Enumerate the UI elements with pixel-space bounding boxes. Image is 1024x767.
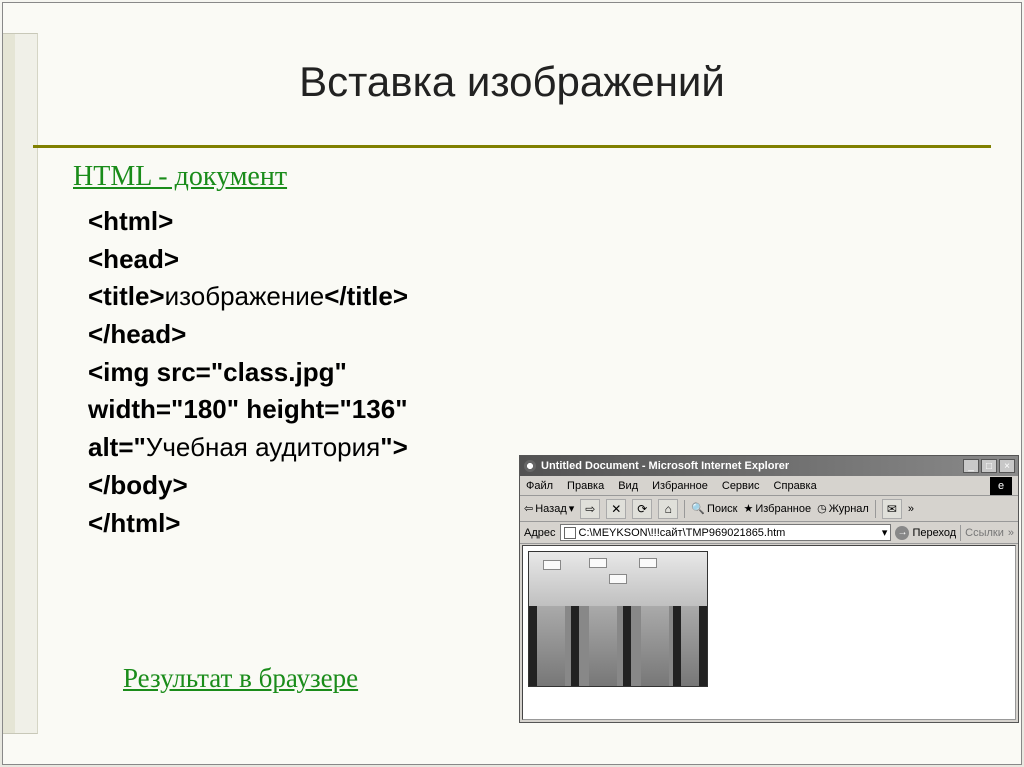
search-button[interactable]: 🔍 Поиск (691, 502, 737, 515)
result-label: Результат в браузере (123, 663, 358, 694)
clock-icon: ◷ (817, 502, 827, 515)
title-divider (33, 145, 991, 148)
ie-throbber-icon: e (990, 477, 1012, 495)
menu-tools[interactable]: Сервис (722, 480, 760, 492)
code-line-1: <html> (88, 206, 173, 236)
code-line-8: </body> (88, 470, 188, 500)
document-icon (564, 527, 576, 539)
mail-button[interactable]: ✉ (882, 499, 902, 519)
forward-button[interactable]: ⇨ (580, 499, 600, 519)
browser-viewport (522, 545, 1016, 720)
window-title: Untitled Document - Microsoft Internet E… (541, 460, 963, 472)
dropdown-icon: ▾ (569, 502, 575, 515)
links-overflow-icon[interactable]: » (1008, 527, 1014, 539)
toolbar-overflow-icon[interactable]: » (908, 503, 914, 515)
addr-separator (960, 525, 961, 541)
titlebar: Untitled Document - Microsoft Internet E… (520, 456, 1018, 476)
code-line-3c: </title> (324, 281, 408, 311)
browser-window: Untitled Document - Microsoft Internet E… (519, 455, 1019, 723)
code-line-7a: alt=" (88, 432, 146, 462)
code-line-2: <head> (88, 244, 179, 274)
address-label: Адрес (524, 527, 556, 539)
code-line-5: <img src="class.jpg" (88, 357, 347, 387)
refresh-button[interactable]: ⟳ (632, 499, 652, 519)
code-line-6: width="180" height="136" (88, 394, 408, 424)
menu-view[interactable]: Вид (618, 480, 638, 492)
side-accent-inner (3, 34, 15, 733)
embedded-image (528, 551, 708, 687)
code-line-7b: Учебная аудитория (146, 432, 380, 462)
menu-favorites[interactable]: Избранное (652, 480, 708, 492)
code-line-3b: изображение (165, 281, 325, 311)
address-value: C:\MEYKSON\!!!сайт\TMP969021865.htm (579, 527, 786, 539)
html-code-block: <html> <head> <title>изображение</title>… (88, 203, 408, 542)
journal-label: Журнал (829, 503, 869, 515)
window-buttons: _ □ × (963, 459, 1015, 473)
side-accent (3, 33, 38, 734)
dropdown-icon[interactable]: ▾ (882, 526, 888, 539)
slide-title: Вставка изображений (3, 58, 1021, 106)
home-button[interactable]: ⌂ (658, 499, 678, 519)
go-button[interactable]: → Переход (895, 526, 956, 540)
back-arrow-icon: ⇦ (524, 502, 533, 515)
code-line-4: </head> (88, 319, 186, 349)
journal-button[interactable]: ◷ Журнал (817, 502, 869, 515)
code-line-7c: "> (380, 432, 408, 462)
links-label[interactable]: Ссылки (965, 527, 1004, 539)
section-label-html-doc: HTML - документ (73, 161, 287, 193)
maximize-button[interactable]: □ (981, 459, 997, 473)
address-input[interactable]: C:\MEYKSON\!!!сайт\TMP969021865.htm ▾ (560, 524, 892, 541)
menu-help[interactable]: Справка (774, 480, 817, 492)
favorites-button[interactable]: ★ Избранное (743, 502, 811, 515)
code-line-9: </html> (88, 508, 180, 538)
code-line-3a: <title> (88, 281, 165, 311)
stop-button[interactable]: ✕ (606, 499, 626, 519)
toolbar-separator (684, 500, 685, 518)
menu-edit[interactable]: Правка (567, 480, 604, 492)
ie-icon (523, 459, 537, 473)
star-icon: ★ (743, 502, 753, 515)
go-label: Переход (912, 527, 956, 539)
menubar: Файл Правка Вид Избранное Сервис Справка… (520, 476, 1018, 496)
addressbar: Адрес C:\MEYKSON\!!!сайт\TMP969021865.ht… (520, 522, 1018, 544)
back-button[interactable]: ⇦ Назад ▾ (524, 502, 574, 515)
back-label: Назад (535, 503, 567, 515)
toolbar: ⇦ Назад ▾ ⇨ ✕ ⟳ ⌂ 🔍 Поиск ★ Избранное ◷ … (520, 496, 1018, 522)
search-label: Поиск (707, 503, 737, 515)
go-arrow-icon: → (895, 526, 909, 540)
minimize-button[interactable]: _ (963, 459, 979, 473)
toolbar-separator-2 (875, 500, 876, 518)
search-icon: 🔍 (691, 502, 705, 515)
close-button[interactable]: × (999, 459, 1015, 473)
menu-file[interactable]: Файл (526, 480, 553, 492)
slide-frame: Вставка изображений HTML - документ <htm… (2, 2, 1022, 765)
favorites-label: Избранное (755, 503, 811, 515)
